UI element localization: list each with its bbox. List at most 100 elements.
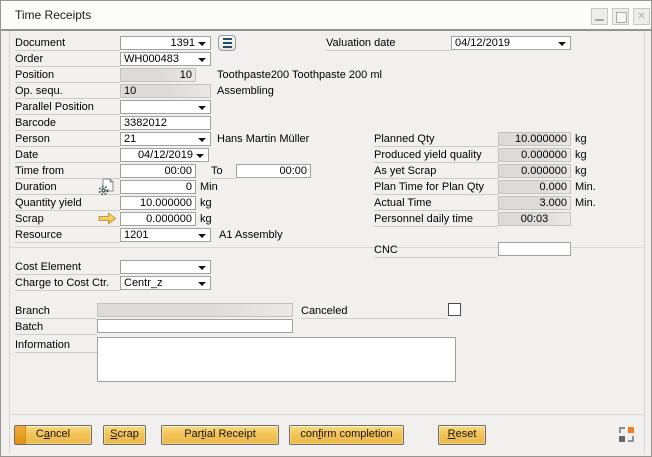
charge-cost-ctr-value: Centr_z	[124, 277, 163, 289]
actual-time-field: 3.000	[498, 196, 571, 210]
order-field[interactable]: WH000483	[120, 52, 211, 66]
document-field[interactable]: 1391	[120, 36, 211, 50]
valuation-date-label: Valuation date	[326, 37, 451, 51]
duration-field[interactable]: 0	[120, 180, 196, 194]
scrap-value: 0.000000	[146, 213, 192, 225]
personnel-daily-time-field: 00:03	[498, 212, 571, 226]
order-value: WH000483	[124, 53, 179, 65]
information-label: Information	[15, 339, 97, 353]
quantity-yield-unit: kg	[200, 196, 212, 210]
produced-yield-quality-field: 0.000000	[498, 148, 571, 162]
valuation-date-field[interactable]: 04/12/2019	[451, 36, 571, 50]
branch-field	[97, 303, 293, 317]
resource-label: Resource	[15, 229, 120, 243]
parallel-position-field[interactable]	[120, 100, 211, 114]
date-field[interactable]: 04/12/2019	[120, 148, 209, 162]
position-field: 10	[120, 68, 196, 82]
chevron-down-icon[interactable]	[198, 42, 206, 46]
time-receipts-window: Time Receipts ✕ Document 1391 Order WH00…	[0, 0, 652, 457]
op-sequ-field: 10	[120, 84, 211, 98]
time-to-label: To	[211, 165, 236, 179]
chevron-down-icon[interactable]	[558, 42, 566, 46]
resize-grip-icon[interactable]	[619, 427, 634, 442]
maximize-button[interactable]	[612, 8, 629, 25]
as-yet-scrap-unit: kg	[575, 164, 587, 178]
quantity-yield-value: 10.000000	[140, 197, 192, 209]
time-from-value: 00:00	[164, 165, 192, 177]
minimize-button[interactable]	[591, 8, 608, 25]
document-value: 1391	[171, 37, 195, 49]
item-description: Toothpaste200 Toothpaste 200 ml	[217, 68, 382, 82]
chevron-down-icon[interactable]	[198, 266, 206, 270]
as-yet-scrap-field: 0.000000	[498, 164, 571, 178]
resource-value: 1201	[124, 229, 148, 241]
position-value: 10	[180, 69, 192, 81]
planned-qty-label: Planned Qty	[374, 133, 498, 147]
person-name: Hans Martin Müller	[217, 132, 309, 146]
partial-receipt-button-label: Partial Receipt	[184, 428, 256, 440]
chevron-down-icon[interactable]	[198, 234, 206, 238]
cancel-button-label: Cancel	[36, 428, 70, 440]
quantity-yield-field[interactable]: 10.000000	[120, 196, 196, 210]
resource-description: A1 Assembly	[219, 228, 283, 242]
time-from-field[interactable]: 00:00	[120, 164, 196, 178]
chevron-down-icon[interactable]	[198, 282, 206, 286]
close-button[interactable]: ✕	[633, 8, 650, 25]
chevron-down-icon[interactable]	[198, 106, 206, 110]
right-frame-line	[644, 31, 645, 454]
charge-cost-ctr-label: Charge to Cost Ctr.	[15, 277, 120, 291]
reset-button-label: Reset	[448, 428, 477, 440]
information-field[interactable]	[97, 337, 456, 382]
canceled-checkbox[interactable]	[448, 303, 461, 316]
personnel-daily-time-label: Personnel daily time	[374, 213, 498, 227]
op-sequ-label: Op. sequ.	[15, 85, 120, 99]
order-label: Order	[15, 53, 120, 67]
chevron-down-icon[interactable]	[196, 154, 204, 158]
as-yet-scrap-value: 0.000000	[521, 165, 567, 177]
barcode-field[interactable]: 3382012	[120, 116, 211, 130]
planned-qty-unit: kg	[575, 132, 587, 146]
produced-yield-quality-unit: kg	[575, 148, 587, 162]
actual-time-unit: Min.	[575, 196, 596, 210]
barcode-label: Barcode	[15, 117, 120, 131]
plan-time-field: 0.000	[498, 180, 571, 194]
person-label: Person	[15, 133, 120, 147]
choose-from-list-icon[interactable]	[218, 35, 236, 51]
planned-qty-field: 10.000000	[498, 132, 571, 146]
duration-unit: Min	[200, 180, 218, 194]
scrap-unit: kg	[200, 212, 212, 226]
actual-time-label: Actual Time	[374, 197, 498, 211]
link-arrow-icon[interactable]	[98, 212, 117, 225]
charge-cost-ctr-field[interactable]: Centr_z	[120, 276, 211, 290]
confirm-completion-button-label: confirm completion	[300, 428, 392, 440]
scrap-button[interactable]: Scrap	[103, 425, 146, 445]
date-label: Date	[15, 149, 120, 163]
cost-element-label: Cost Element	[15, 261, 120, 275]
batch-label: Batch	[15, 321, 97, 335]
produced-yield-quality-value: 0.000000	[521, 149, 567, 161]
chevron-down-icon[interactable]	[198, 58, 206, 62]
person-value: 21	[124, 133, 136, 145]
time-to-field[interactable]: 00:00	[236, 164, 311, 178]
resource-field[interactable]: 1201	[120, 228, 211, 242]
cnc-field[interactable]	[498, 242, 571, 256]
branch-label: Branch	[15, 305, 97, 319]
quantity-yield-label: Quantity yield	[15, 197, 120, 211]
scrap-field[interactable]: 0.000000	[120, 212, 196, 226]
cancel-button[interactable]: Cancel	[14, 425, 92, 445]
page-gear-icon	[98, 178, 115, 196]
reset-button[interactable]: Reset	[438, 425, 486, 445]
op-sequ-value: 10	[124, 85, 136, 97]
partial-receipt-button[interactable]: Partial Receipt	[161, 425, 279, 445]
batch-field[interactable]	[97, 319, 293, 333]
time-to-value: 00:00	[279, 165, 307, 177]
plan-time-label: Plan Time for Plan Qty	[374, 181, 498, 195]
chevron-down-icon[interactable]	[198, 138, 206, 142]
cancel-button-stripe	[15, 426, 26, 444]
person-field[interactable]: 21	[120, 132, 211, 146]
canceled-label: Canceled	[301, 305, 447, 319]
parallel-position-label: Parallel Position	[15, 101, 120, 115]
cost-element-field[interactable]	[120, 260, 211, 274]
confirm-completion-button[interactable]: confirm completion	[289, 425, 404, 445]
document-label: Document	[15, 37, 120, 51]
